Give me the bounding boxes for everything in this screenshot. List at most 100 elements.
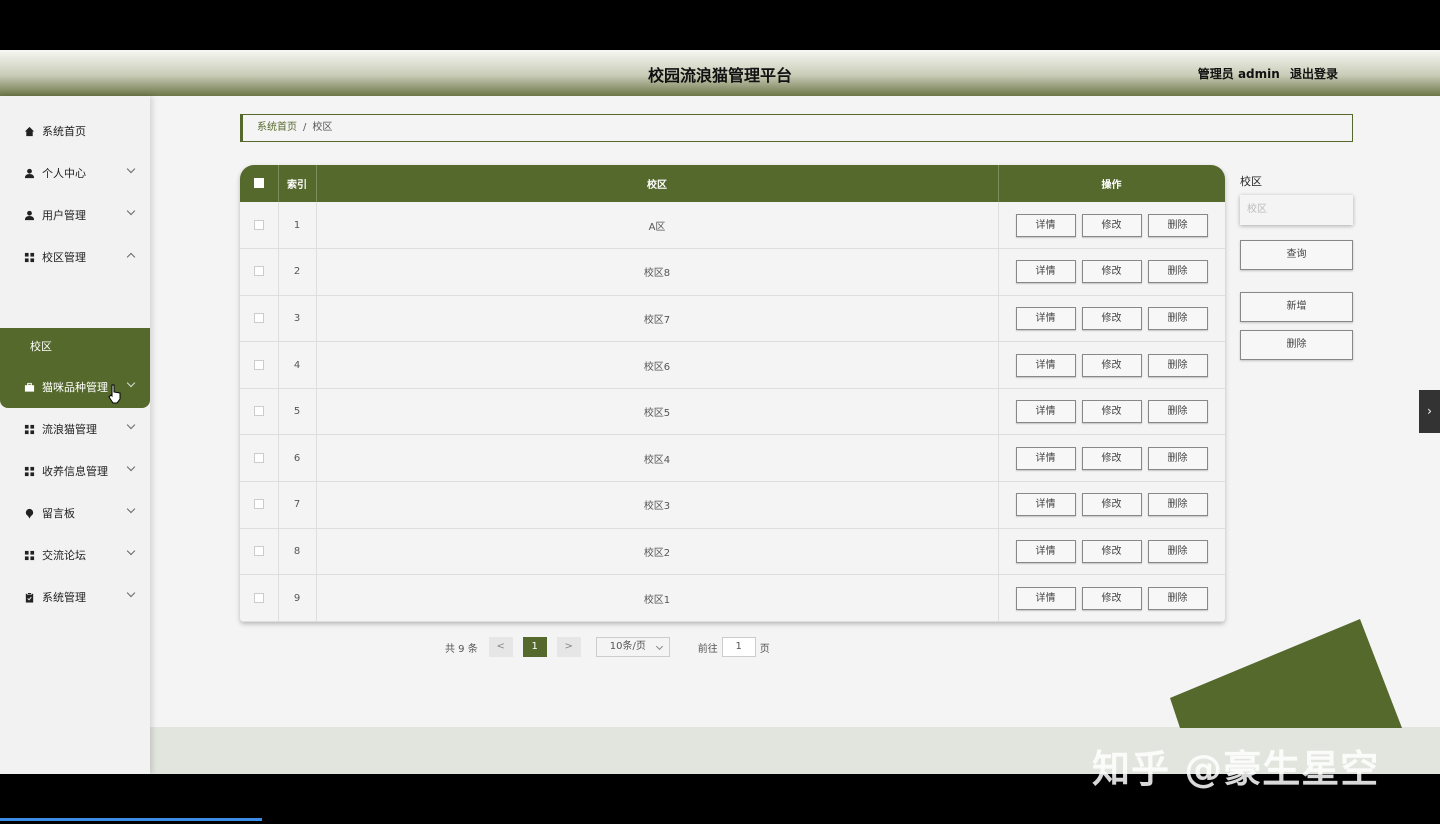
row-checkbox[interactable] bbox=[253, 359, 264, 370]
detail-button[interactable]: 详情 bbox=[1015, 539, 1076, 563]
row-select-cell bbox=[240, 481, 279, 529]
sidebar-item-campus[interactable]: 校区管理 bbox=[0, 236, 150, 278]
grid-icon bbox=[22, 464, 36, 478]
edit-button[interactable]: 修改 bbox=[1081, 446, 1142, 470]
table-row: 2 校区8 详情 修改 删除 bbox=[240, 248, 1225, 296]
detail-button[interactable]: 详情 bbox=[1015, 400, 1076, 424]
page-number-button[interactable]: 1 bbox=[522, 637, 547, 657]
edit-button[interactable]: 修改 bbox=[1081, 493, 1142, 517]
chevron-down-icon bbox=[126, 206, 136, 216]
detail-button[interactable]: 详情 bbox=[1015, 493, 1076, 517]
sidebar-item-label: 流浪猫管理 bbox=[42, 423, 97, 436]
detail-button[interactable]: 详情 bbox=[1015, 213, 1076, 237]
row-select-cell bbox=[240, 295, 279, 342]
detail-button[interactable]: 详情 bbox=[1015, 446, 1076, 470]
sidebar-item-label: 系统管理 bbox=[42, 591, 86, 604]
delete-button[interactable]: 删除 bbox=[1147, 586, 1208, 610]
next-page-button[interactable]: > bbox=[556, 637, 581, 657]
submenu-item-campus[interactable]: 校区 bbox=[0, 328, 150, 366]
delete-button[interactable]: 删除 bbox=[1147, 260, 1208, 284]
sidebar-item-forum[interactable]: 交流论坛 bbox=[0, 534, 150, 576]
select-all-checkbox[interactable] bbox=[253, 178, 264, 188]
delete-button[interactable]: 删除 bbox=[1147, 213, 1208, 237]
sidebar-item-label: 用户管理 bbox=[42, 209, 86, 222]
sidebar-item-personal[interactable]: 个人中心 bbox=[0, 152, 150, 194]
sidebar-item-label: 校区管理 bbox=[42, 251, 86, 264]
delete-button[interactable]: 删除 bbox=[1147, 400, 1208, 424]
edit-button[interactable]: 修改 bbox=[1081, 586, 1142, 610]
sidebar-item-home[interactable]: 系统首页 bbox=[0, 110, 150, 152]
sidebar-item-message-board[interactable]: 留言板 bbox=[0, 492, 150, 534]
add-button[interactable]: 新增 bbox=[1240, 292, 1353, 322]
sidebar-item-users[interactable]: 用户管理 bbox=[0, 194, 150, 236]
edit-button[interactable]: 修改 bbox=[1081, 260, 1142, 284]
row-select-cell bbox=[240, 574, 279, 622]
sidebar-item-adoption[interactable]: 收养信息管理 bbox=[0, 450, 150, 492]
sidebar-item-label: 个人中心 bbox=[42, 167, 86, 180]
progress-bar bbox=[0, 818, 262, 821]
detail-button[interactable]: 详情 bbox=[1015, 260, 1076, 284]
breadcrumb-home-link[interactable]: 系统首页 bbox=[257, 122, 297, 133]
delete-button[interactable]: 删除 bbox=[1147, 306, 1208, 330]
edit-button[interactable]: 修改 bbox=[1081, 306, 1142, 330]
sidebar-item-label: 留言板 bbox=[42, 507, 75, 520]
row-actions: 详情 修改 删除 bbox=[998, 528, 1225, 575]
edit-button[interactable]: 修改 bbox=[1081, 400, 1142, 424]
clipboard-icon bbox=[22, 590, 36, 604]
grid-icon bbox=[22, 422, 36, 436]
row-checkbox[interactable] bbox=[253, 219, 264, 230]
sidebar-item-system[interactable]: 系统管理 bbox=[0, 576, 150, 618]
breadcrumb-separator: / bbox=[303, 122, 307, 133]
row-index: 2 bbox=[278, 248, 317, 296]
chevron-up-icon bbox=[126, 252, 136, 262]
table-row: 4 校区6 详情 修改 删除 bbox=[240, 341, 1225, 389]
chevron-down-icon bbox=[126, 546, 136, 556]
row-checkbox[interactable] bbox=[253, 406, 264, 417]
query-button[interactable]: 查询 bbox=[1240, 240, 1353, 270]
prev-page-button[interactable]: < bbox=[488, 637, 513, 657]
row-checkbox[interactable] bbox=[253, 592, 264, 603]
row-campus-name: 校区2 bbox=[316, 528, 999, 575]
edit-button[interactable]: 修改 bbox=[1081, 213, 1142, 237]
batch-delete-button[interactable]: 删除 bbox=[1240, 330, 1353, 360]
chevron-down-icon bbox=[126, 462, 136, 472]
edit-button[interactable]: 修改 bbox=[1081, 353, 1142, 377]
detail-button[interactable]: 详情 bbox=[1015, 306, 1076, 330]
campus-table: 索引 校区 操作 1 A区 详情 修改 删除 2 校区8 详情 修改 删除 3 校区7 详情 修改 删除 4 校… bbox=[240, 165, 1225, 622]
delete-button[interactable]: 删除 bbox=[1147, 539, 1208, 563]
logout-button[interactable]: 退出登录 bbox=[1290, 67, 1338, 81]
user-info: 管理员 admin 退出登录 bbox=[1192, 65, 1338, 82]
chevron-down-icon bbox=[126, 504, 136, 514]
sidebar-item-stray-cat[interactable]: 流浪猫管理 bbox=[0, 408, 150, 450]
column-header-campus: 校区 bbox=[316, 165, 999, 202]
delete-button[interactable]: 删除 bbox=[1147, 493, 1208, 517]
row-checkbox[interactable] bbox=[253, 499, 264, 510]
side-panel-toggle[interactable]: › bbox=[1419, 390, 1440, 433]
row-checkbox[interactable] bbox=[253, 452, 264, 463]
grid-icon bbox=[22, 250, 36, 264]
chevron-down-icon bbox=[126, 588, 136, 598]
detail-button[interactable]: 详情 bbox=[1015, 353, 1076, 377]
table-row: 1 A区 详情 修改 删除 bbox=[240, 202, 1225, 249]
row-select-cell bbox=[240, 388, 279, 435]
detail-button[interactable]: 详情 bbox=[1015, 586, 1076, 610]
home-icon bbox=[22, 124, 36, 138]
page-size-select[interactable]: 10条/页 bbox=[595, 637, 670, 657]
table-row: 9 校区1 详情 修改 删除 bbox=[240, 574, 1225, 622]
sidebar-item-cat-breed[interactable]: 猫咪品种管理 bbox=[0, 366, 150, 408]
goto-page-input[interactable]: 1 bbox=[721, 637, 756, 657]
breadcrumb-current: 校区 bbox=[312, 122, 333, 133]
table-row: 8 校区2 详情 修改 删除 bbox=[240, 528, 1225, 575]
row-checkbox[interactable] bbox=[253, 266, 264, 277]
table-row: 5 校区5 详情 修改 删除 bbox=[240, 388, 1225, 435]
grid-icon bbox=[22, 548, 36, 562]
sidebar: 系统首页 个人中心 用户管理 校区管理 校区 猫咪品种管理 流浪猫管理 收养信息… bbox=[0, 96, 150, 774]
row-checkbox[interactable] bbox=[253, 312, 264, 323]
delete-button[interactable]: 删除 bbox=[1147, 446, 1208, 470]
edit-button[interactable]: 修改 bbox=[1081, 539, 1142, 563]
row-checkbox[interactable] bbox=[253, 545, 264, 556]
row-actions: 详情 修改 删除 bbox=[998, 434, 1225, 482]
row-index: 7 bbox=[278, 481, 317, 529]
campus-search-input[interactable] bbox=[1240, 195, 1353, 225]
delete-button[interactable]: 删除 bbox=[1147, 353, 1208, 377]
